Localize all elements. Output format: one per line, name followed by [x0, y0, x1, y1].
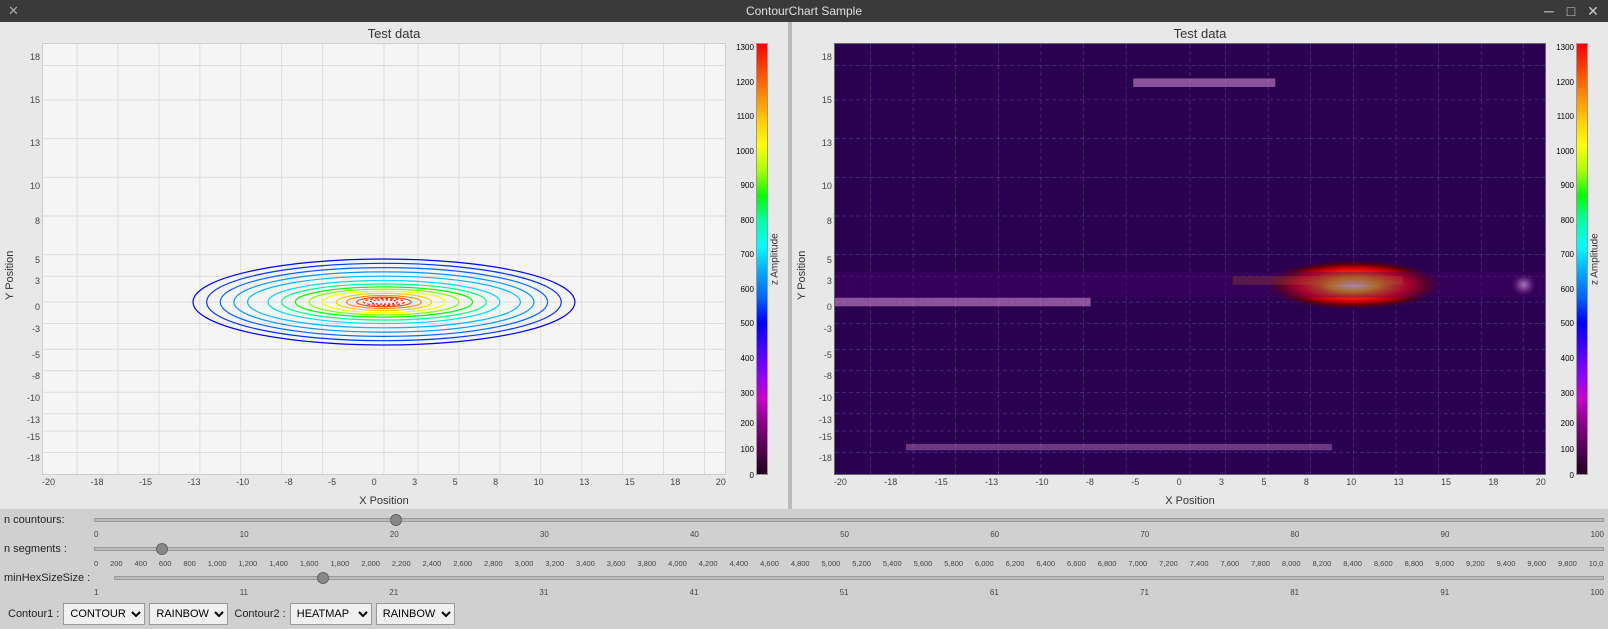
contour1-label: Contour1 : [8, 608, 59, 620]
contour1-group: Contour1 : CONTOUR HEATMAP NONE RAINBOW … [8, 603, 228, 625]
heatmap-y-label: Y Position [794, 43, 810, 507]
close-button[interactable]: ✕ [1584, 2, 1602, 20]
n-segments-row: n segments : [4, 540, 1604, 558]
contour2-label: Contour2 : [234, 608, 285, 620]
window-title: ContourChart Sample [746, 4, 862, 18]
n-segments-tick-labels: 02004006008001,0001,2001,4001,6001,8002,… [4, 559, 1604, 568]
heatmap-x-ticks: -20-18-15-13-10-8-503581013151820 [834, 477, 1546, 493]
heatmap-colorbar: 1300 1200 1100 1000 900 800 700 600 500 … [1546, 43, 1606, 507]
min-hex-row: minHexSizeSize : [4, 569, 1604, 587]
contour-y-label: Y Position [2, 43, 18, 507]
contour2-type-select[interactable]: CONTOUR HEATMAP NONE [290, 603, 372, 625]
n-segments-label: n segments : [4, 543, 94, 555]
app-icon: ✕ [8, 3, 19, 19]
n-contours-track[interactable] [94, 518, 1604, 522]
contour-colorbar: 1300 1200 1100 1000 900 800 700 600 500 … [726, 43, 786, 507]
window-controls: ─ □ ✕ [1540, 2, 1602, 20]
n-contours-tick-labels: 0102030405060708090100 [4, 530, 1604, 539]
heatmap-chart-title: Test data [794, 26, 1606, 41]
contour1-type-select[interactable]: CONTOUR HEATMAP NONE [63, 603, 145, 625]
heatmap-colorbar-ticks: 1300 1200 1100 1000 900 800 700 600 500 … [1546, 43, 1576, 475]
heatmap-plot [834, 43, 1546, 475]
contour1-colormap-select[interactable]: RAINBOW JET HOT COOL [149, 603, 228, 625]
contour-x-label: X Position [42, 495, 726, 507]
heatmap-z-label: z Amplitude [1588, 43, 1602, 475]
contour-z-label: z Amplitude [768, 43, 782, 475]
n-segments-slider-container[interactable] [94, 540, 1604, 558]
n-contours-slider-container[interactable] [94, 511, 1604, 529]
title-bar: ✕ ContourChart Sample ─ □ ✕ [0, 0, 1608, 22]
contour-chart-panel: Test data Y Position 18 15 13 10 8 5 3 0… [0, 22, 788, 509]
n-contours-thumb[interactable] [390, 514, 402, 526]
contour2-group: Contour2 : CONTOUR HEATMAP NONE RAINBOW … [234, 603, 454, 625]
heatmap-svg [835, 44, 1545, 474]
contour-y-ticks: 18 15 13 10 8 5 3 0 -3 -5 -8 -10 -13 -15… [18, 43, 42, 475]
min-hex-slider-container[interactable] [114, 569, 1604, 587]
n-contours-label: n countours: [4, 514, 94, 526]
n-segments-thumb[interactable] [156, 543, 168, 555]
min-hex-tick-labels: 1112131415161718191100 [4, 588, 1604, 597]
contour-grid-svg [43, 44, 725, 474]
contour-plot [42, 43, 726, 475]
bottom-controls: Contour1 : CONTOUR HEATMAP NONE RAINBOW … [0, 599, 1608, 629]
heatmap-y-ticks: 18 15 13 10 8 5 3 0 -3 -5 -8 -10 -13 -15… [810, 43, 834, 475]
heatmap-x-label: X Position [834, 495, 1546, 507]
min-hex-track[interactable] [114, 576, 1604, 580]
controls-area: n countours: 0102030405060708090100 n se… [0, 509, 1608, 599]
heatmap-colorbar-gradient [1576, 43, 1588, 475]
min-hex-label: minHexSizeSize : [4, 572, 114, 584]
colorbar-gradient [756, 43, 768, 475]
contour-chart-title: Test data [2, 26, 786, 41]
min-hex-thumb[interactable] [317, 572, 329, 584]
charts-area: Test data Y Position 18 15 13 10 8 5 3 0… [0, 22, 1608, 509]
n-segments-track[interactable] [94, 547, 1604, 551]
contour2-colormap-select[interactable]: RAINBOW JET HOT COOL [376, 603, 455, 625]
contour-x-ticks: -20-18-15-13-10-8-503581013151820 [42, 477, 726, 493]
heatmap-chart-axes: 18 15 13 10 8 5 3 0 -3 -5 -8 -10 -13 -15… [810, 43, 1546, 507]
contour-chart-container: Y Position 18 15 13 10 8 5 3 0 -3 -5 -8 … [2, 43, 786, 507]
minimize-button[interactable]: ─ [1540, 2, 1558, 20]
heatmap-chart-container: Y Position 18 15 13 10 8 5 3 0 -3 -5 -8 … [794, 43, 1606, 507]
colorbar-tick-labels: 1300 1200 1100 1000 900 800 700 600 500 … [726, 43, 756, 475]
n-contours-row: n countours: [4, 511, 1604, 529]
maximize-button[interactable]: □ [1562, 2, 1580, 20]
heatmap-chart-panel: Test data Y Position 18 15 13 10 8 5 3 0… [792, 22, 1608, 509]
contour-chart-axes: 18 15 13 10 8 5 3 0 -3 -5 -8 -10 -13 -15… [18, 43, 726, 507]
